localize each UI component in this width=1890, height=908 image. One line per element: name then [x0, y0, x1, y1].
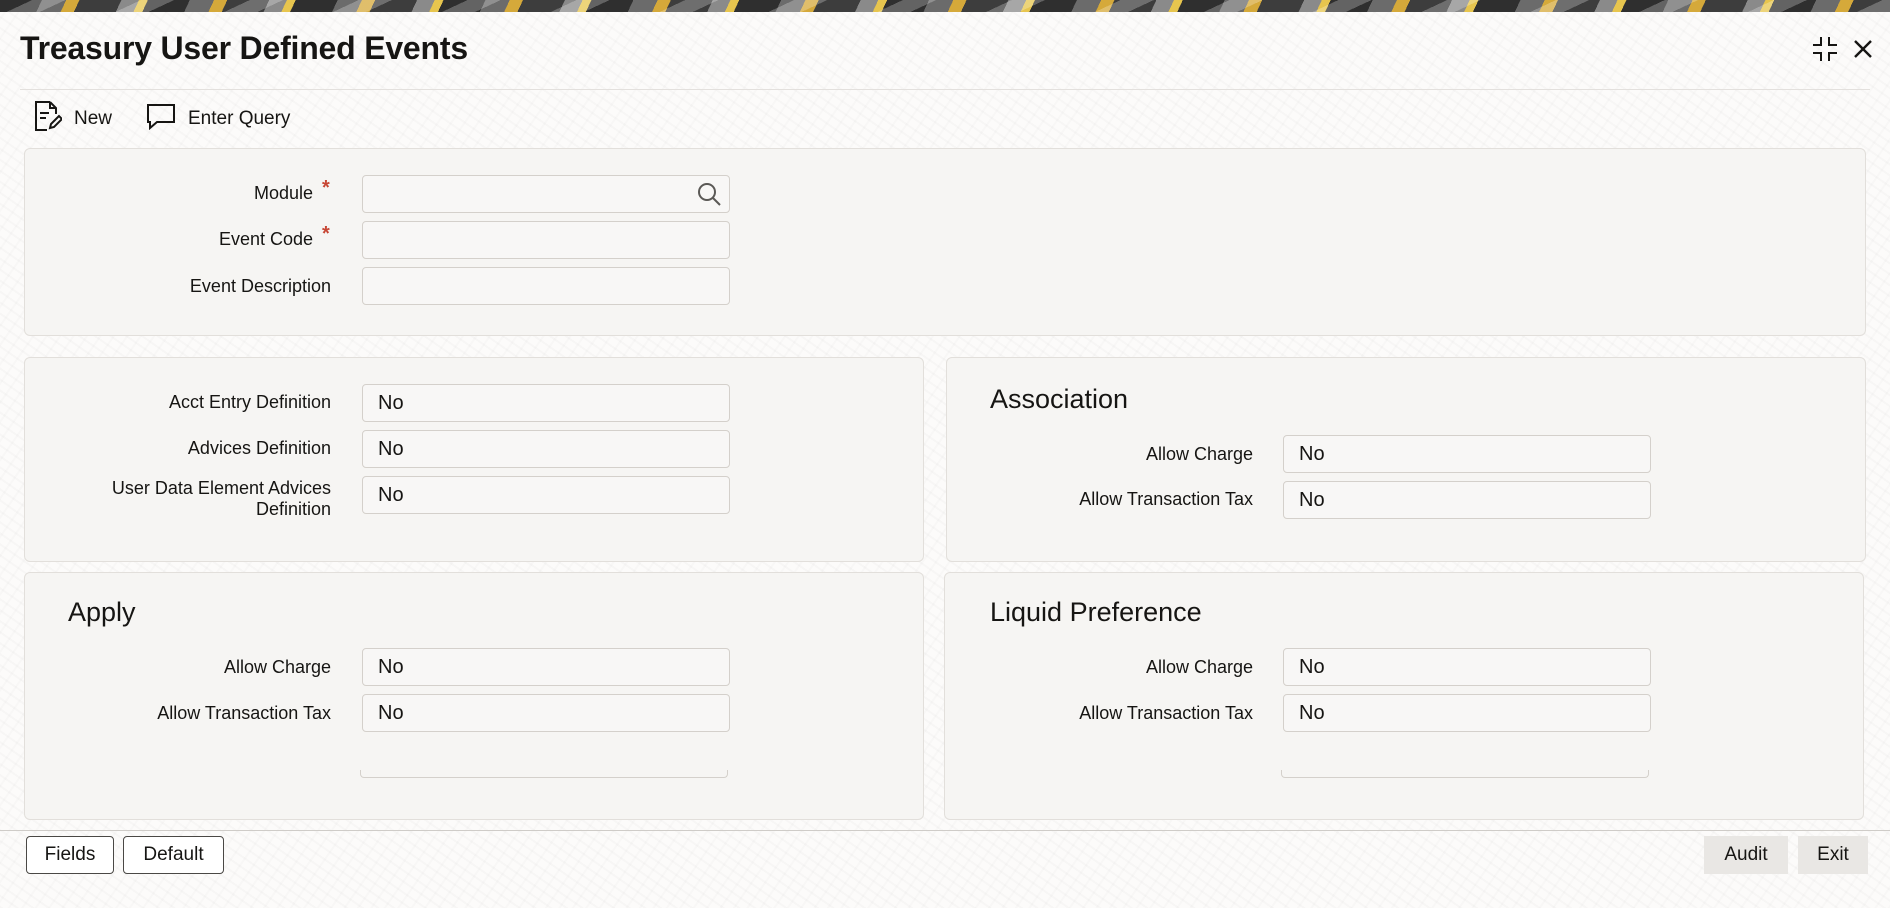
new-button-label: New	[74, 108, 113, 129]
module-required-marker: *	[322, 177, 330, 199]
liquid-allow-charge-field[interactable]: No	[1283, 648, 1651, 686]
liquid-preference-title: Liquid Preference	[990, 597, 1202, 627]
ude-advices-label-line2: Definition	[255, 499, 331, 519]
exit-button[interactable]: Exit	[1798, 836, 1868, 874]
event-description-label: Event Description	[189, 276, 331, 296]
apply-field-stub	[360, 770, 728, 778]
module-label: Module	[253, 183, 313, 203]
apply-allow-charge-label: Allow Charge	[223, 657, 331, 677]
enter-query-label: Enter Query	[188, 108, 291, 129]
new-button[interactable]: New	[32, 100, 113, 138]
association-allow-charge-field[interactable]: No	[1283, 435, 1651, 473]
audit-button[interactable]: Audit	[1704, 836, 1788, 874]
liquid-allow-tax-label: Allow Transaction Tax	[1079, 703, 1253, 723]
acct-entry-definition-label: Acct Entry Definition	[168, 392, 331, 412]
advices-definition-field[interactable]: No	[362, 430, 730, 468]
apply-allow-charge-field[interactable]: No	[362, 648, 730, 686]
search-icon[interactable]	[696, 181, 722, 212]
association-title: Association	[990, 384, 1129, 414]
decorative-banner	[0, 0, 1890, 12]
liquid-allow-charge-label: Allow Charge	[1145, 657, 1253, 677]
association-allow-tax-label: Allow Transaction Tax	[1079, 489, 1253, 509]
advices-definition-label: Advices Definition	[187, 438, 331, 458]
event-code-label: Event Code	[218, 229, 313, 249]
title-divider	[20, 89, 1870, 90]
acct-entry-definition-field[interactable]: No	[362, 384, 730, 422]
module-input[interactable]	[362, 175, 730, 213]
event-description-input[interactable]	[362, 267, 730, 305]
footer-divider	[0, 830, 1890, 831]
close-icon[interactable]	[1848, 34, 1878, 64]
ude-advices-definition-label: User Data Element Advices Definition	[60, 478, 331, 520]
ude-advices-label-line1: User Data Element Advices	[111, 478, 331, 498]
default-button[interactable]: Default	[123, 836, 224, 874]
event-code-input[interactable]	[362, 221, 730, 259]
page-title: Treasury User Defined Events	[20, 30, 468, 66]
collapse-icon[interactable]	[1810, 34, 1840, 64]
apply-title: Apply	[68, 597, 136, 627]
ude-advices-definition-field[interactable]: No	[362, 476, 730, 514]
event-code-required-marker: *	[322, 223, 330, 245]
chat-bubble-icon	[146, 102, 176, 136]
association-allow-charge-label: Allow Charge	[1145, 444, 1253, 464]
apply-allow-tax-field[interactable]: No	[362, 694, 730, 732]
liquid-allow-tax-field[interactable]: No	[1283, 694, 1651, 732]
enter-query-button[interactable]: Enter Query	[146, 102, 290, 136]
new-document-icon	[32, 100, 64, 138]
fields-button[interactable]: Fields	[26, 836, 114, 874]
liquid-field-stub	[1281, 770, 1649, 778]
association-allow-tax-field[interactable]: No	[1283, 481, 1651, 519]
apply-allow-tax-label: Allow Transaction Tax	[157, 703, 331, 723]
